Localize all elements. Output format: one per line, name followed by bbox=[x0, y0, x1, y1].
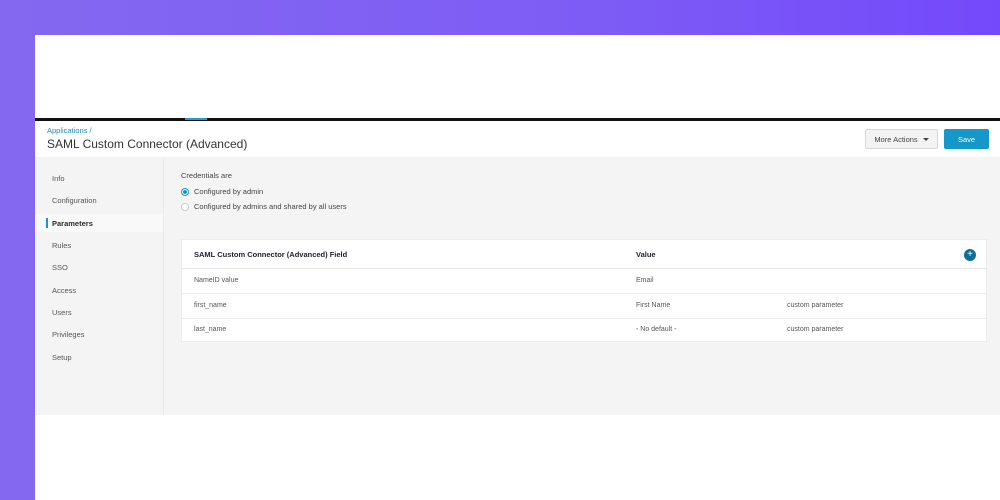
parameters-table: SAML Custom Connector (Advanced) Field V… bbox=[181, 239, 988, 343]
sidebar-item-users[interactable]: Users bbox=[35, 303, 163, 321]
page-title: SAML Custom Connector (Advanced) bbox=[47, 137, 248, 151]
sidebar-divider bbox=[163, 157, 164, 415]
radio-button[interactable] bbox=[181, 202, 189, 211]
add-parameter-button[interactable]: + bbox=[964, 249, 976, 261]
sidebar-item-rules[interactable]: Rules bbox=[35, 236, 163, 254]
table-header: SAML Custom Connector (Advanced) Field V… bbox=[182, 240, 988, 269]
table-row[interactable]: last_name - No default - custom paramete… bbox=[182, 318, 988, 343]
main-content: Info Configuration Parameters Rules SSO … bbox=[35, 157, 1000, 415]
breadcrumb-applications[interactable]: Applications / bbox=[47, 126, 92, 135]
row-value: Email bbox=[636, 277, 654, 284]
credentials-label: Credentials are bbox=[181, 171, 232, 180]
row-note: custom parameter bbox=[787, 302, 844, 309]
row-field: last_name bbox=[194, 326, 227, 333]
row-note: custom parameter bbox=[787, 326, 844, 333]
more-actions-button[interactable]: More Actions bbox=[865, 129, 938, 149]
radio-button-checked[interactable] bbox=[181, 187, 189, 196]
row-field: NameID value bbox=[194, 277, 239, 284]
sidebar-item-parameters[interactable]: Parameters bbox=[35, 214, 163, 232]
column-header-field: SAML Custom Connector (Advanced) Field bbox=[194, 250, 348, 259]
caret-down-icon bbox=[922, 137, 929, 141]
row-value: First Name bbox=[636, 302, 671, 309]
row-field: first_name bbox=[194, 302, 227, 309]
sidebar: Info Configuration Parameters Rules SSO … bbox=[35, 157, 163, 415]
row-value: - No default - bbox=[636, 326, 677, 333]
column-header-value: Value bbox=[636, 250, 656, 259]
page-footer-area bbox=[35, 415, 1000, 500]
sidebar-item-setup[interactable]: Setup bbox=[35, 348, 163, 366]
save-button[interactable]: Save bbox=[944, 129, 989, 149]
radio-configured-by-admin[interactable]: Configured by admin bbox=[181, 187, 263, 196]
table-row[interactable]: NameID value Email bbox=[182, 269, 988, 294]
more-actions-label: More Actions bbox=[874, 134, 918, 144]
top-bar-active-indicator bbox=[185, 118, 207, 120]
table-row[interactable]: first_name First Name custom parameter bbox=[182, 294, 988, 319]
radio-label: Configured by admin bbox=[194, 187, 264, 196]
app-window: Applications / SAML Custom Connector (Ad… bbox=[35, 35, 1000, 500]
sidebar-item-privileges[interactable]: Privileges bbox=[35, 325, 163, 343]
sidebar-item-sso[interactable]: SSO bbox=[35, 258, 163, 276]
sidebar-item-access[interactable]: Access bbox=[35, 281, 163, 299]
sidebar-item-info[interactable]: Info bbox=[35, 169, 163, 187]
plus-icon: + bbox=[967, 249, 973, 260]
sidebar-item-configuration[interactable]: Configuration bbox=[35, 191, 163, 209]
page-header: Applications / SAML Custom Connector (Ad… bbox=[35, 121, 1000, 157]
radio-label: Configured by admins and shared by all u… bbox=[194, 202, 347, 211]
radio-configured-by-admins-shared[interactable]: Configured by admins and shared by all u… bbox=[181, 202, 347, 211]
